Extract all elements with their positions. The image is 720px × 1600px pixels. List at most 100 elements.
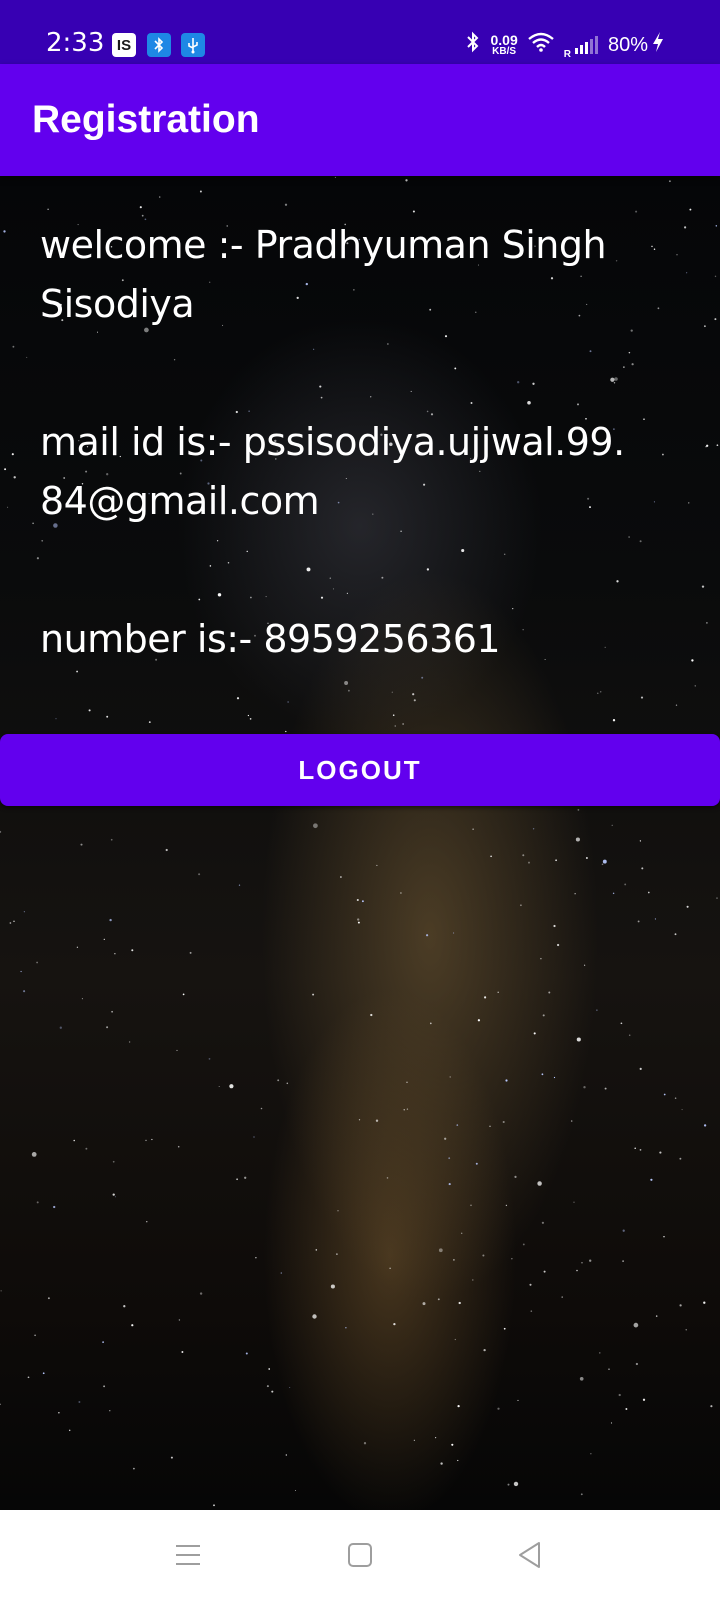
menu-icon[interactable] [165, 1532, 211, 1578]
star [128, 1041, 131, 1043]
star [13, 476, 16, 479]
star [716, 444, 719, 447]
back-icon[interactable] [507, 1532, 553, 1578]
star [76, 670, 79, 673]
star [3, 230, 6, 233]
star [406, 1108, 409, 1110]
star [618, 1393, 621, 1397]
logout-button[interactable]: LOGOUT [0, 734, 720, 806]
star [635, 1362, 639, 1366]
star [639, 840, 642, 842]
star [284, 203, 288, 206]
star [542, 1014, 545, 1017]
star [181, 1351, 184, 1353]
star [266, 1385, 269, 1388]
star [704, 325, 706, 328]
app-bar: Registration [0, 64, 720, 176]
star [610, 1422, 613, 1424]
star [477, 1019, 481, 1022]
star [109, 918, 112, 922]
star [176, 1049, 178, 1051]
star [684, 226, 687, 229]
star [358, 1119, 361, 1121]
star [313, 823, 318, 829]
star [529, 1283, 532, 1286]
star [59, 1026, 62, 1029]
star [458, 1301, 461, 1305]
star [470, 1204, 472, 1207]
star [405, 179, 408, 182]
star [612, 719, 616, 722]
star [602, 859, 607, 864]
star [622, 1229, 625, 1232]
star [686, 272, 688, 274]
star [505, 1079, 508, 1082]
star [686, 905, 689, 908]
star [513, 1481, 519, 1487]
star [111, 1010, 113, 1013]
star [438, 1248, 443, 1253]
star [575, 837, 580, 842]
signal-strength-icon [574, 36, 598, 54]
star [608, 1368, 610, 1370]
star [601, 863, 604, 866]
star [344, 681, 349, 685]
star [0, 1403, 1, 1405]
star [530, 1310, 533, 1312]
star [612, 892, 615, 895]
star [103, 1385, 106, 1388]
star [611, 824, 613, 826]
bluetooth-icon [466, 31, 480, 59]
star [375, 1119, 379, 1122]
star [520, 904, 522, 907]
star [453, 1259, 455, 1261]
welcome-text: welcome :- Pradhyuman Singh Sisodiya [40, 223, 607, 326]
star [579, 1376, 584, 1381]
home-icon[interactable] [337, 1532, 383, 1578]
star [146, 1221, 148, 1223]
star [483, 1348, 486, 1352]
star [553, 924, 556, 928]
star [596, 1009, 598, 1011]
star [88, 709, 91, 712]
star [36, 557, 39, 560]
star [238, 884, 241, 886]
star [694, 685, 696, 687]
star [710, 1405, 713, 1408]
star [580, 1493, 583, 1496]
star [637, 920, 640, 923]
is-notification-icon: IS [112, 33, 136, 57]
star [106, 715, 109, 718]
star [659, 1151, 662, 1154]
star [514, 1175, 517, 1178]
star [53, 1205, 56, 1209]
star [457, 1459, 459, 1462]
star [604, 1087, 607, 1090]
star [412, 210, 415, 213]
mail-id-text: mail id is:- pssisodiya.ujjwal.99.84@gma… [40, 420, 625, 523]
roaming-label: R [563, 49, 571, 60]
star [213, 1504, 215, 1507]
star [714, 275, 717, 278]
star [357, 921, 360, 924]
star [482, 1254, 485, 1257]
star [189, 951, 192, 954]
wifi-icon [527, 32, 554, 58]
star [475, 1162, 478, 1165]
star [361, 900, 364, 903]
star [32, 522, 34, 525]
charging-bolt-icon [652, 31, 664, 59]
star [336, 1253, 338, 1255]
star [330, 1284, 335, 1289]
star [412, 693, 415, 696]
star [679, 1304, 682, 1307]
star [448, 1183, 451, 1186]
star [556, 943, 560, 947]
star [165, 848, 168, 852]
star [218, 1085, 220, 1088]
star [334, 176, 336, 178]
star [584, 964, 586, 966]
star [109, 1410, 111, 1412]
star [245, 1352, 248, 1355]
star [570, 1120, 573, 1122]
